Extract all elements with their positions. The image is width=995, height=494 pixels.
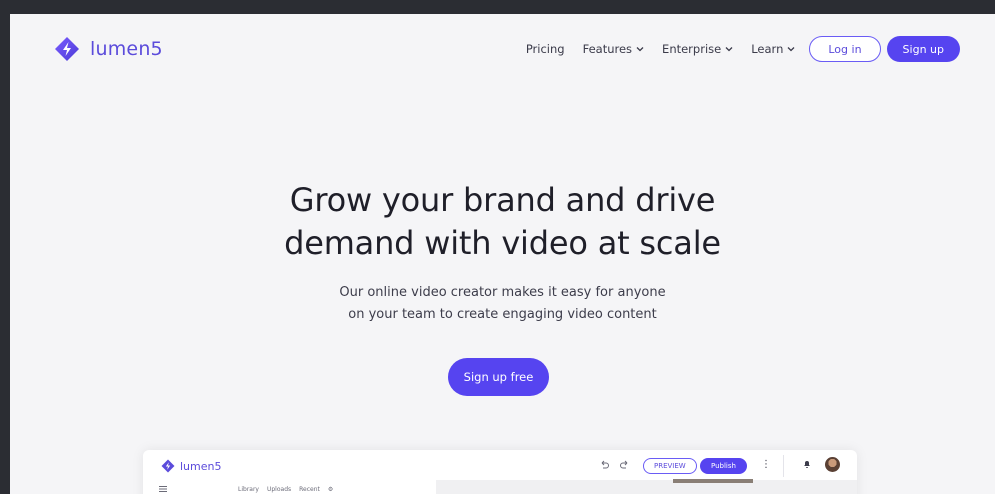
hero-title-line: Grow your brand and drive	[289, 181, 716, 220]
preview-logo-text: lumen5	[180, 459, 222, 473]
brand-name: lumen5	[90, 38, 163, 60]
nav-item-learn[interactable]: Learn	[751, 42, 795, 56]
top-nav: Pricing Features Enterprise Learn Log in…	[508, 36, 960, 62]
notification-bell-icon	[804, 461, 810, 468]
hero-title-line: demand with video at scale	[284, 224, 721, 263]
hero-subtitle-line: Our online video creator makes it easy f…	[339, 285, 666, 300]
signup-free-button[interactable]: Sign up free	[448, 358, 549, 396]
nav-item-label: Features	[582, 42, 633, 56]
chevron-down-icon	[787, 47, 795, 52]
preview-canvas-area	[436, 480, 857, 494]
browser-viewport: lumen5 Pricing Features Enterprise Learn…	[10, 14, 995, 494]
lumen5-logo-icon	[55, 37, 79, 61]
chevron-down-icon	[636, 47, 644, 52]
hero-subtitle-line: on your team to create engaging video co…	[348, 307, 657, 322]
nav-item-label: Enterprise	[662, 42, 722, 56]
signup-button[interactable]: Sign up	[886, 36, 960, 62]
divider	[783, 455, 784, 477]
tab-library: Library	[238, 486, 259, 493]
redo-icon	[620, 460, 628, 469]
tab-recent: Recent	[299, 486, 320, 493]
preview-button: PREVIEW	[643, 458, 697, 474]
chevron-down-icon	[725, 47, 733, 52]
avatar	[825, 457, 840, 472]
menu-icon	[159, 486, 167, 492]
nav-item-label: Learn	[751, 42, 784, 56]
preview-tabs: Library Uploads Recent ⚙	[238, 486, 333, 493]
nav-item-label: Pricing	[525, 42, 565, 56]
nav-item-pricing[interactable]: Pricing	[526, 42, 565, 56]
settings-icon: ⚙	[327, 486, 334, 493]
app-preview: lumen5 PREVIEW Publish ⋮ Library Uploads…	[143, 450, 857, 494]
brand-logo[interactable]: lumen5	[54, 36, 163, 62]
preview-media-thumbnail	[673, 479, 753, 483]
nav-item-features[interactable]: Features	[583, 42, 644, 56]
login-button[interactable]: Log in	[809, 36, 881, 62]
hero-subtitle: Our online video creator makes it easy f…	[10, 282, 995, 326]
more-options-icon: ⋮	[761, 459, 771, 470]
lumen5-logo-icon	[161, 459, 175, 473]
nav-item-enterprise[interactable]: Enterprise	[662, 42, 733, 56]
hero-title: Grow your brand and drive demand with vi…	[10, 179, 995, 265]
tab-uploads: Uploads	[266, 486, 292, 493]
undo-icon	[601, 460, 609, 469]
publish-button: Publish	[700, 458, 747, 474]
preview-logo: lumen5	[161, 459, 221, 473]
